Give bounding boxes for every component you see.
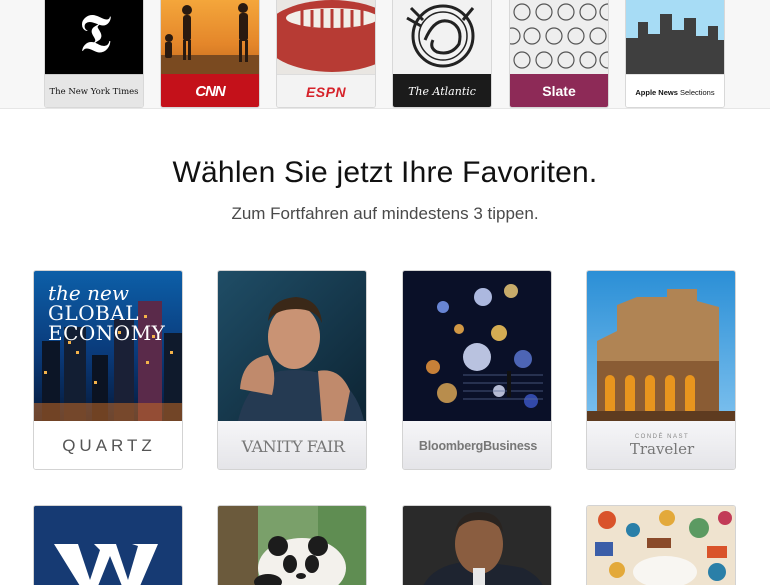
quartz-footer: QUARTZ — [34, 421, 182, 469]
citadel-image — [587, 271, 735, 421]
atlantic-wordmark: The Atlantic — [393, 74, 491, 107]
publication-conde-nast-traveler[interactable]: CONDÉ NAST Traveler — [586, 270, 736, 470]
nyt-t-logo: 𝕿 — [78, 2, 112, 65]
quartz-cover: the new GLOBAL ECONOMY — [34, 271, 182, 421]
bloomberg-wordmark: BloombergBusiness — [418, 439, 538, 453]
cnn-art — [161, 0, 259, 74]
traveler-cover — [587, 271, 735, 421]
quartz-cover-line-2: GLOBAL — [48, 301, 140, 325]
obama-cover — [403, 506, 551, 585]
slate-wordmark: Slate — [510, 74, 608, 107]
page-subtitle: Zum Fortfahren auf mindestens 3 tippen. — [231, 204, 539, 223]
channel-nytimes[interactable]: 𝕿 The New York Times — [44, 0, 144, 108]
channel-slate[interactable]: Slate — [509, 0, 609, 108]
traveler-wordmark: Traveler — [629, 440, 695, 458]
publication-washington-post[interactable] — [33, 505, 183, 585]
panda-cover — [218, 506, 366, 585]
vanity-fair-wordmark: VANITY FAIR — [241, 436, 345, 456]
bloomberg-cover — [403, 271, 551, 421]
sketched-faces-image — [510, 0, 608, 74]
espn-art — [277, 0, 375, 74]
publication-bloomberg-business[interactable]: BloombergBusiness — [402, 270, 552, 470]
bokeh-lights-image — [403, 271, 551, 421]
apple-news-art — [626, 0, 724, 74]
vanity-fair-footer: VANITY FAIR — [218, 421, 366, 469]
espn-wordmark: ESPN — [277, 74, 375, 107]
apple-news-label: Apple News — [635, 87, 678, 97]
channel-the-atlantic[interactable]: The Atlantic — [392, 0, 492, 108]
panda-image — [218, 506, 366, 585]
nyt-wordmark: The New York Times — [45, 74, 143, 107]
apple-news-suffix: Selections — [680, 87, 715, 97]
football-image — [277, 0, 375, 74]
illustration-cover — [587, 506, 735, 585]
quartz-cover-title: the new GLOBAL ECONOMY — [48, 283, 165, 343]
channel-cnn[interactable]: CNN — [160, 0, 260, 108]
apple-news-wordmark: Apple News Selections — [626, 74, 724, 107]
portrait-image — [403, 506, 551, 585]
atlantic-seal-icon — [406, 4, 475, 68]
wapo-w-logo-icon — [34, 506, 182, 585]
sunset-silhouette-image — [161, 0, 259, 74]
quartz-wordmark: QUARTZ — [62, 436, 156, 455]
nyt-art: 𝕿 — [45, 0, 143, 74]
city-skyline-icon — [626, 0, 724, 74]
traveler-footer: CONDÉ NAST Traveler — [587, 421, 735, 469]
publication-obama-story[interactable] — [402, 505, 552, 585]
quartz-cover-line-3: ECONOMY — [48, 321, 166, 345]
portrait-man-image — [218, 271, 366, 421]
vanity-fair-cover — [218, 271, 366, 421]
bloomberg-footer: BloombergBusiness — [403, 421, 551, 469]
wapo-cover — [34, 506, 182, 585]
publication-quartz[interactable]: the new GLOBAL ECONOMY QUARTZ — [33, 270, 183, 470]
page-title: Wählen Sie jetzt Ihre Favoriten. — [172, 156, 598, 189]
atlantic-art — [393, 0, 491, 74]
followed-channels-strip: 𝕿 The New York Times CNN ESPN The Atlant… — [0, 0, 770, 109]
slate-art — [510, 0, 608, 74]
quartz-cover-line-1: the new — [48, 281, 129, 305]
publication-panda-story[interactable] — [217, 505, 367, 585]
channel-apple-news-selections[interactable]: Apple News Selections — [625, 0, 725, 108]
cnn-wordmark: CNN — [161, 74, 259, 107]
publication-vanity-fair[interactable]: VANITY FAIR — [217, 270, 367, 470]
collage-illustration-image — [587, 506, 735, 585]
publication-illustration-story[interactable] — [586, 505, 736, 585]
channel-espn[interactable]: ESPN — [276, 0, 376, 108]
